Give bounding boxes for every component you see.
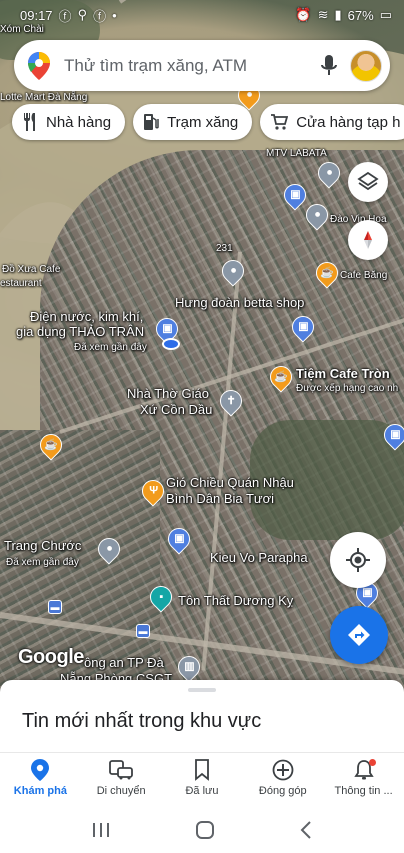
battery-level: 67% [347,7,374,23]
current-location-icon [162,338,180,350]
cart-icon [271,114,289,130]
map-label-lotte: Lotte Mart Đà Nẵng [0,92,88,103]
nav-label: Đã lưu [185,785,219,797]
status-bar: 09:17 ⓕ ⚲ ⓕ • ⏰ ≋ ▮ 67% ▭ [0,0,404,30]
search-input[interactable]: Thử tìm trạm xăng, ATM [64,56,320,76]
nav-label: Thông tin ... [334,785,393,797]
map-label-hung-doan: Hưng đoàn betta shop [175,295,305,310]
chip-label: Trạm xăng [167,113,239,131]
bus-stop-icon[interactable]: ▬ [48,600,62,614]
add-circle-icon [272,759,294,781]
nav-label: Khám phá [13,785,67,797]
chip-gas-stations[interactable]: Trạm xăng [133,104,253,140]
nav-contribute[interactable]: Đóng góp [242,753,323,806]
my-location-button[interactable] [330,532,386,588]
chip-grocery[interactable]: Cửa hàng tạp h [260,104,404,140]
map-label-mtv-labata: MTV LABATA [266,148,327,159]
google-logo: Google [18,646,84,668]
nav-updates[interactable]: Thông tin ... [323,753,404,806]
explore-pin-icon [31,759,50,781]
status-time: 09:17 [20,7,53,23]
bus-stop-icon[interactable]: ▬ [136,624,150,638]
category-chips: Nhà hàng Trạm xăng Cửa hàng tạp h [12,104,404,140]
chip-restaurants[interactable]: Nhà hàng [12,104,126,140]
map-label-cong-an: ông an TP Đà [84,655,164,670]
directions-button[interactable] [330,606,388,664]
bookmark-icon [195,759,209,781]
map-label-cafe-bang: Cafe Băng [340,270,388,281]
map-label-restaurant: estaurant [0,278,42,289]
google-maps-logo-icon [28,51,50,80]
map-label-tiem-cafe-sub: Được xếp hạng cao nh [296,383,399,394]
search-bar[interactable]: Thử tìm trạm xăng, ATM [14,40,390,91]
chip-label: Nhà hàng [46,113,112,131]
more-dots-icon: • [112,7,117,23]
nav-label: Đóng góp [258,785,307,797]
location-icon: ⚲ [77,7,88,22]
map-label-nha-tho-1: Nhà Thờ Giáo [127,386,209,401]
bottom-navigation: Khám phá Di chuyển Đã lưu Đóng góp Thông… [0,752,404,806]
notification-dot [368,759,376,766]
compass-button[interactable] [348,220,388,260]
map-label-kieu-vo: Kieu Vo Parapha [210,550,308,565]
map-label-ton-that: Tôn Thất Dương Kỵ [178,593,294,608]
sheet-title: Tin mới nhất trong khu vực [22,710,262,732]
restaurant-icon [24,113,35,131]
facebook-icon: ⓕ [93,8,107,24]
bottom-sheet[interactable]: Tin mới nhất trong khu vực [0,680,404,755]
map-label-recently-viewed: Đã xem gần đây [74,342,147,353]
crosshair-icon [346,548,370,572]
map-label-do-xua-cafe: Đồ Xưa Cafe [2,264,61,275]
map-label-tiem-cafe: Tiệm Cafe Tròn [296,366,390,381]
map-label-trang-chuoc: Trang Chước [4,538,82,553]
avatar[interactable] [350,49,382,82]
compass-icon [364,231,372,249]
map-label-recently-viewed-2: Đã xem gần đây [6,557,79,568]
directions-icon [348,624,370,646]
chip-label: Cửa hàng tạp h [296,113,401,131]
sheet-drag-handle[interactable] [188,688,216,692]
map-label-gio-chieu-2: Bình Dân Bia Tươi [166,491,275,506]
nav-commute[interactable]: Di chuyển [81,753,162,806]
map-label-nha-tho-2: Xứ Cồn Dầu [140,402,213,417]
commute-icon [109,760,134,780]
nav-saved[interactable]: Đã lưu [162,753,243,806]
map-label-dien-nuoc-1: Điện nước, kim khí, [30,309,144,324]
alarm-icon: ⏰ [295,7,312,22]
system-navigation-bar [0,806,404,853]
layers-icon [357,171,379,191]
back-icon[interactable] [299,820,313,840]
map-label-road-231: 231 [216,243,233,254]
microphone-icon[interactable] [320,54,338,78]
battery-icon: ▭ [379,7,392,22]
layers-button[interactable] [348,162,388,202]
map-label-gio-chieu-1: Gió Chiều Quán Nhậu [166,475,294,490]
map-label-dien-nuoc-2: gia dụng THẢO TRÂN [16,324,145,339]
nav-label: Di chuyển [96,785,146,797]
nav-explore[interactable]: Khám phá [0,753,81,806]
signal-icon: ▮ [334,7,342,22]
wifi-icon: ≋ [317,7,329,22]
recent-apps-icon[interactable] [91,821,111,839]
home-icon[interactable] [194,819,216,841]
gas-station-icon [144,114,159,130]
facebook-icon: ⓕ [58,8,72,24]
